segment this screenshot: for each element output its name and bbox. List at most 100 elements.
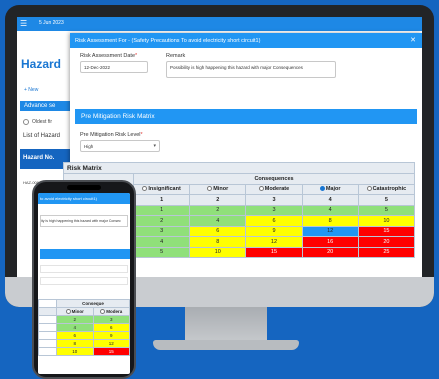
consequence-label: Minor [213,186,229,193]
radio-icon[interactable] [65,309,71,314]
consequence-label: Catastrophic [372,186,407,193]
monitor-stand [185,307,267,343]
risk-cell[interactable]: 10 [189,246,247,258]
phone-field[interactable] [40,277,128,285]
close-icon[interactable]: ✕ [410,36,416,44]
phone-matrix-row: 69 [38,331,130,340]
new-button[interactable]: + New [24,87,38,93]
pre-mitigation-section-header: Pre Mitigation Risk Matrix [75,109,417,124]
risk-cell[interactable]: 20 [357,236,416,248]
phone-moderate-option[interactable]: Modera [92,307,130,316]
phone-matrix-row: 23 [38,315,130,324]
consequence-number: 3 [245,194,303,206]
phone-likelihood-cell [38,307,57,316]
risk-cell[interactable]: 9 [245,225,303,237]
phone-risk-cell[interactable]: 15 [92,347,130,356]
phone-remark-text: ity is high happening this hazard with m… [41,219,121,223]
consequence-option-0[interactable]: Insignificant [132,183,191,195]
radio-icon[interactable] [142,186,148,192]
risk-cell[interactable]: 4 [189,215,247,227]
consequence-label: Insignificant [148,186,181,193]
phone-risk-cell[interactable]: 12 [92,339,130,348]
phone-minor-label: Minor [71,309,84,314]
risk-cell[interactable]: 5 [357,204,416,216]
monitor-base [153,340,299,350]
phone-matrix-row: 46 [38,323,130,332]
phone-moderate-label: Modera [106,309,123,314]
risk-cell[interactable]: 16 [301,236,359,248]
phone-matrix-row: 8 12 [38,339,130,348]
date-label: Risk Assessment Date* [80,53,138,59]
risk-cell[interactable]: 8 [189,236,247,248]
phone-likelihood-cell [38,347,57,356]
mobile-phone: to avoid electricity short circuit1) ity… [32,180,136,379]
radio-icon[interactable] [366,186,372,192]
phone-likelihood-cell [38,331,57,340]
risk-level-select[interactable]: High ▾ [80,140,160,152]
consequence-option-1[interactable]: Minor [189,183,247,195]
risk-cell[interactable]: 15 [245,246,303,258]
phone-likelihood-cell [38,323,57,332]
risk-cell[interactable]: 5 [132,246,191,258]
risk-cell[interactable]: 2 [132,215,191,227]
phone-risk-cell[interactable]: 8 [56,339,94,348]
chevron-down-icon: ▾ [153,143,156,149]
consequence-option-2[interactable]: Moderate [245,183,303,195]
phone-blank-cell [38,299,57,308]
radio-icon[interactable] [23,119,29,125]
menu-icon[interactable]: ☰ [20,19,27,28]
sort-radio[interactable]: Oldest fir [23,119,52,125]
radio-icon[interactable] [100,309,106,314]
radio-icon[interactable] [207,186,213,192]
phone-risk-cell[interactable]: 6 [56,331,94,340]
consequence-number: 5 [357,194,416,206]
phone-minor-option[interactable]: Minor [56,307,94,316]
risk-cell[interactable]: 25 [357,246,416,258]
risk-cell[interactable]: 4 [301,204,359,216]
consequence-option-3[interactable]: Major [301,183,359,195]
phone-field[interactable] [40,265,128,273]
risk-cell[interactable]: 3 [245,204,303,216]
consequence-number: 1 [132,194,191,206]
risk-cell[interactable]: 1 [132,204,191,216]
risk-cell[interactable]: 6 [245,215,303,227]
assessment-date-field[interactable]: 12-Dec-2022 [80,61,148,73]
phone-section-header [40,249,130,259]
phone-likelihood-cell [38,339,57,348]
phone-risk-cell[interactable]: 3 [92,315,130,324]
consequences-label: Consequences [133,173,415,185]
phone-risk-cell[interactable]: 4 [56,323,94,332]
phone-risk-cell[interactable]: 2 [56,315,94,324]
phone-risk-cell[interactable]: 9 [92,331,130,340]
list-heading: List of Hazard [23,133,61,139]
phone-risk-cell[interactable]: 6 [92,323,130,332]
remark-label: Remark [166,53,186,59]
risk-cell[interactable]: 3 [132,225,191,237]
risk-cell[interactable]: 8 [301,215,359,227]
risk-cell[interactable]: 12 [301,225,359,237]
consequence-label: Moderate [264,186,290,193]
app-top-bar: ☰ 5 Jun 2023 [17,17,422,31]
modal-title: Risk Assessment For - (Safety Precaution… [70,33,422,48]
radio-icon[interactable] [258,186,264,192]
sort-radio-label: Oldest fir [32,119,53,125]
risk-cell[interactable]: 15 [357,225,416,237]
consequence-number: 2 [189,194,247,206]
risk-matrix-title: Risk Matrix [63,162,415,174]
phone-consequences-label: Conseque [56,299,130,308]
risk-cell[interactable]: 4 [132,236,191,248]
remark-field[interactable]: Possibility is high happening this hazar… [166,61,336,78]
page-title: Hazard [21,57,62,71]
phone-matrix-row: 10 15 [38,347,130,356]
phone-notch [67,185,101,190]
risk-cell[interactable]: 6 [189,225,247,237]
phone-risk-cell[interactable]: 10 [56,347,94,356]
consequence-option-4[interactable]: Catastrophic [357,183,416,195]
risk-cell[interactable]: 2 [189,204,247,216]
risk-cell[interactable]: 12 [245,236,303,248]
app-date: 5 Jun 2023 [39,20,64,26]
phone-risk-matrix: Conseque Minor Modera 2 3 4 6 6 9 8 12 10 15 [38,299,130,356]
risk-cell[interactable]: 10 [357,215,416,227]
radio-icon[interactable] [319,186,325,192]
risk-cell[interactable]: 20 [301,246,359,258]
